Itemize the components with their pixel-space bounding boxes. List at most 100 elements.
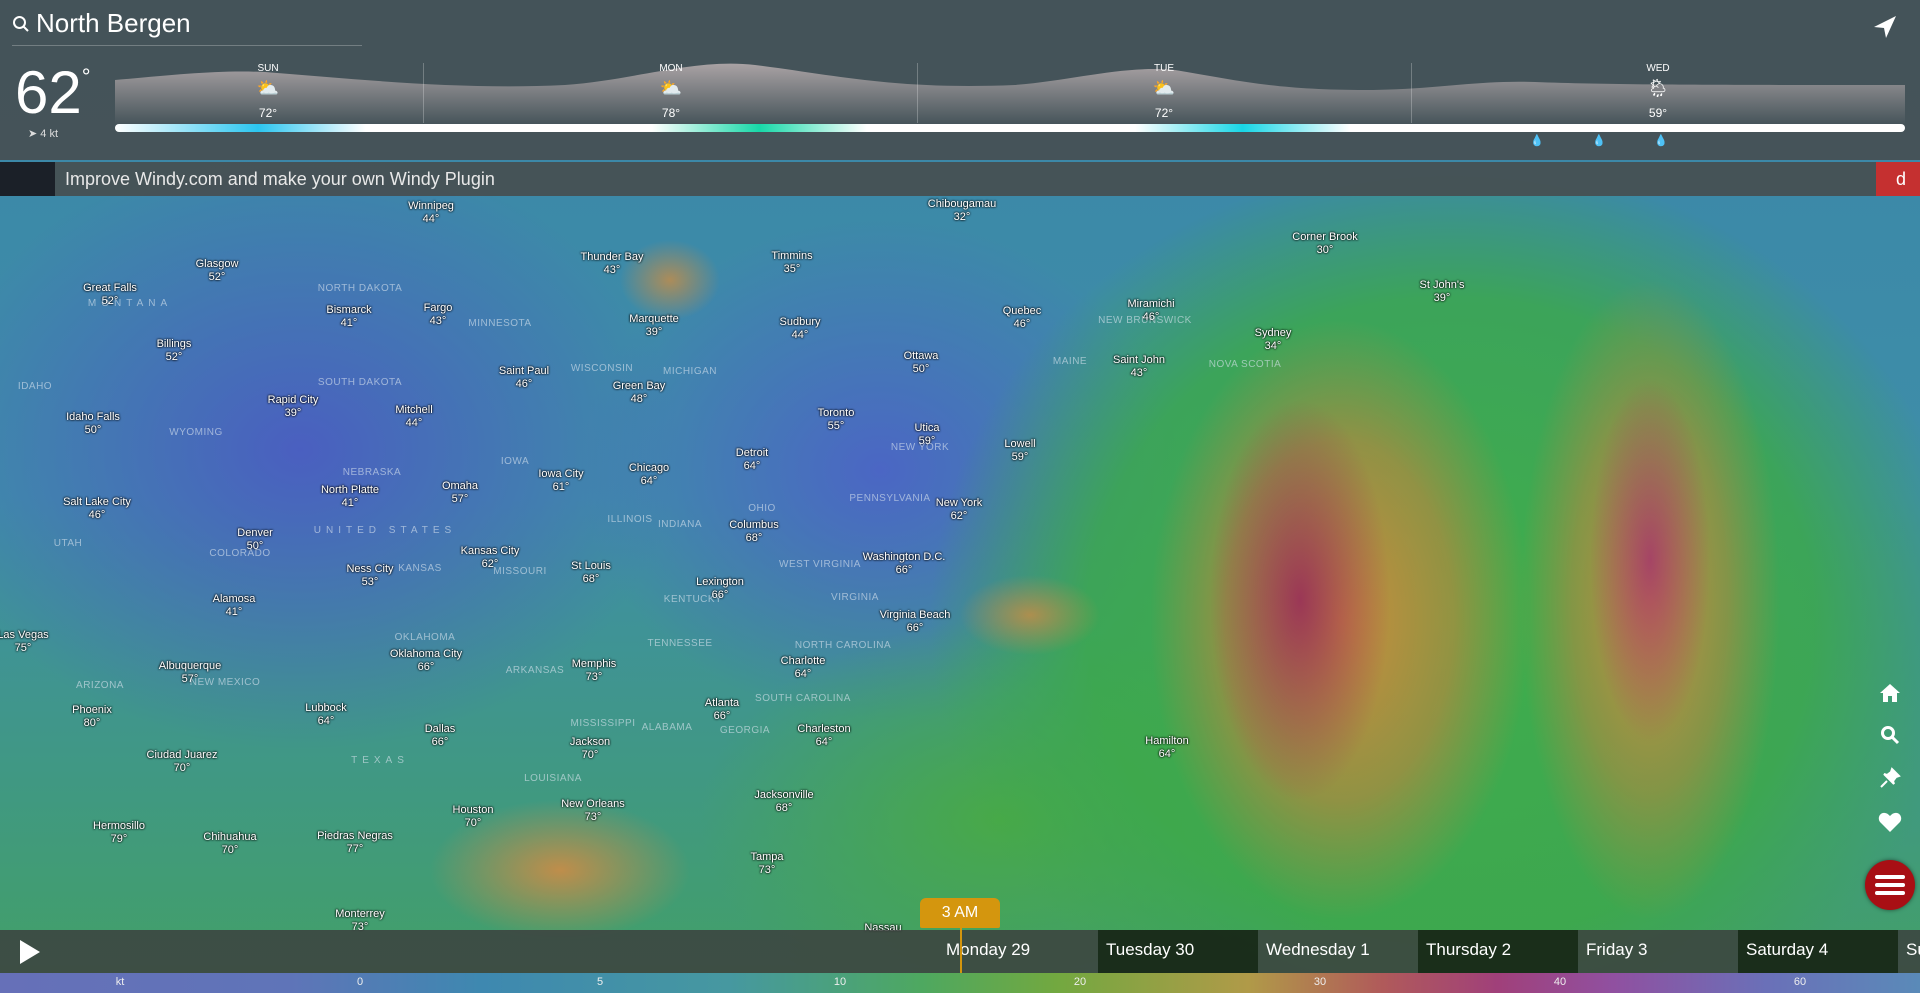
city-temp: 44° [405,417,423,429]
city-temp: 64° [743,460,761,472]
city-label[interactable]: Omaha 57° [442,480,478,506]
timeline-day[interactable]: Wednesday 1 [1258,930,1418,973]
city-label[interactable]: Jackson 70° [570,736,610,762]
city-label[interactable]: New Orleans 73° [561,798,625,824]
play-icon[interactable] [18,939,42,965]
city-label[interactable]: Iowa City 61° [538,468,583,494]
city-temp: 79° [110,833,128,845]
city-label[interactable]: Quebec 46° [1003,305,1042,331]
timeline-day[interactable]: Friday 3 [1578,930,1738,973]
city-name: Thunder Bay [580,251,644,263]
city-label[interactable]: Sydney 34° [1255,327,1292,353]
city-label[interactable]: Lowell 59° [1004,438,1035,464]
current-time-bubble[interactable]: 3 AM [920,898,1000,928]
city-label[interactable]: New York 62° [936,497,982,523]
city-label[interactable]: St John's 39° [1420,279,1465,305]
city-label[interactable]: Detroit 64° [736,447,768,473]
city-temp: 50° [84,424,102,436]
city-name: Miramichi [1127,298,1175,310]
city-label[interactable]: Ciudad Juarez 70° [147,749,218,775]
city-label[interactable]: Hamilton 64° [1145,735,1188,761]
legend-value: 10 [833,976,847,988]
city-label[interactable]: Washington D.C. 66° [863,551,946,577]
city-temp: 39° [284,407,302,419]
city-label[interactable]: Charlotte 64° [781,655,826,681]
timeline-day[interactable]: Tuesday 30 [1098,930,1258,973]
city-label[interactable]: Sudbury 44° [780,316,821,342]
timeline-day[interactable]: Thursday 2 [1418,930,1578,973]
city-label[interactable]: Corner Brook 30° [1292,231,1357,257]
location-search[interactable]: North Bergen [12,8,362,46]
city-label[interactable]: Lubbock 64° [305,702,347,728]
region-label: NEW YORK [890,442,950,453]
search-icon[interactable] [1876,721,1904,749]
city-label[interactable]: Virginia Beach 66° [880,609,951,635]
region-label: IOWA [500,456,530,467]
heart-icon[interactable] [1876,808,1904,836]
city-label[interactable]: Toronto 55° [818,407,855,433]
timeline-cursor[interactable] [960,926,962,974]
city-label[interactable]: Rapid City 39° [268,394,319,420]
city-temp: 32° [953,211,971,223]
city-label[interactable]: Fargo 43° [424,302,453,328]
city-label[interactable]: Columbus 68° [729,519,779,545]
region-label: TENNESSEE [647,638,713,649]
city-label[interactable]: Houston 70° [453,804,494,830]
city-label[interactable]: Charleston 64° [797,723,850,749]
banner-button[interactable]: d [1876,162,1920,196]
city-label[interactable]: Saint Paul 46° [499,365,549,391]
city-label[interactable]: Chicago 64° [629,462,669,488]
city-name: St John's [1419,279,1465,291]
city-label[interactable]: Chibougamau 32° [928,198,997,224]
city-label[interactable]: Oklahoma City 66° [390,648,462,674]
home-icon[interactable] [1876,679,1904,707]
region-label: TEXAS [351,755,409,766]
city-label[interactable]: Atlanta 66° [705,697,739,723]
city-label[interactable]: Piedras Negras 77° [317,830,393,856]
promo-banner[interactable]: Improve Windy.com and make your own Wind… [0,162,1920,196]
city-label[interactable]: Thunder Bay 43° [581,251,644,277]
city-label[interactable]: Marquette 39° [629,313,679,339]
city-name: Toronto [817,407,855,419]
city-label[interactable]: Dallas 66° [425,723,456,749]
city-name: St Louis [571,560,611,572]
city-label[interactable]: North Platte 41° [321,484,379,510]
region-label: ARKANSAS [505,665,565,676]
city-label[interactable]: Billings 52° [157,338,192,364]
timeline-day[interactable]: Monday 29 [938,930,1098,973]
city-label[interactable]: Ness City 53° [346,563,393,589]
city-label[interactable]: Saint John 43° [1113,354,1165,380]
temperature-graph[interactable] [115,60,1905,125]
banner-text[interactable]: Improve Windy.com and make your own Wind… [65,169,495,190]
city-name: Salt Lake City [63,496,131,508]
city-name: Charleston [797,723,851,735]
city-temp: 52° [165,351,183,363]
city-label[interactable]: Glasgow 52° [196,258,239,284]
menu-line [1875,875,1905,879]
city-label[interactable]: St Louis 68° [571,560,611,586]
timeline-day[interactable]: Su [1898,930,1920,973]
city-label[interactable]: Phoenix 80° [72,704,112,730]
city-label[interactable]: Tampa 73° [750,851,783,877]
pin-icon[interactable] [1876,764,1904,792]
city-label[interactable]: Las Vegas 75° [0,629,49,655]
city-label[interactable]: Chihuahua 70° [203,831,256,857]
region-label: KENTUCKY [663,594,723,605]
city-name: Lexington [696,576,744,588]
city-label[interactable]: Jacksonville 68° [754,789,813,815]
navigation-arrow-icon[interactable] [1872,14,1898,40]
city-label[interactable]: Mitchell 44° [395,404,432,430]
city-label[interactable]: Alamosa 41° [213,593,256,619]
city-label[interactable]: Memphis 73° [572,658,617,684]
city-label[interactable]: Timmins 35° [771,250,812,276]
city-label[interactable]: Idaho Falls 50° [66,411,120,437]
city-temp: 44° [422,213,440,225]
city-label[interactable]: Salt Lake City 46° [63,496,131,522]
menu-button[interactable] [1865,860,1915,910]
city-label[interactable]: Hermosillo 79° [93,820,145,846]
city-label[interactable]: Ottawa 50° [904,350,939,376]
city-label[interactable]: Bismarck 41° [326,304,371,330]
city-label[interactable]: Winnipeg 44° [408,200,454,226]
timeline-day[interactable]: Saturday 4 [1738,930,1898,973]
city-label[interactable]: Green Bay 48° [613,380,666,406]
